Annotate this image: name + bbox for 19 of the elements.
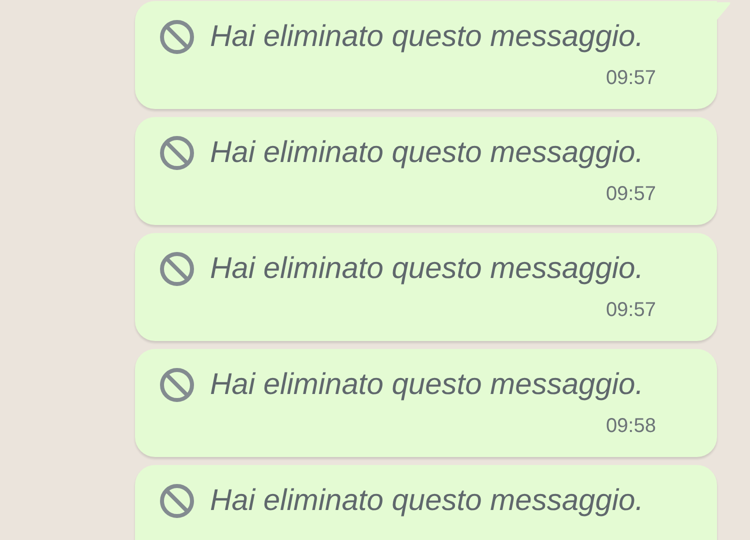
message-time: 09:57 [606,67,656,90]
prohibited-icon [159,135,195,171]
message-text: Hai eliminato questo messaggio. [210,252,644,286]
prohibited-icon [159,483,195,519]
message-text: Hai eliminato questo messaggio. [210,136,644,170]
message-time: 09:57 [606,183,656,206]
message-text: Hai eliminato questo messaggio. [210,368,644,402]
prohibited-icon [159,251,195,287]
message-bubble[interactable]: Hai eliminato questo messaggio. 09:58 [135,349,717,457]
message-bubble[interactable]: Hai eliminato questo messaggio. [135,465,717,540]
message-time: 09:58 [606,415,656,438]
message-text: Hai eliminato questo messaggio. [210,20,644,54]
prohibited-icon [159,367,195,403]
message-text: Hai eliminato questo messaggio. [210,484,644,518]
message-bubble[interactable]: Hai eliminato questo messaggio. 09:57 [135,233,717,341]
message-bubble[interactable]: Hai eliminato questo messaggio. 09:57 [135,117,717,225]
prohibited-icon [159,19,195,55]
message-bubble[interactable]: Hai eliminato questo messaggio. 09:57 [135,1,717,109]
message-time: 09:57 [606,299,656,322]
